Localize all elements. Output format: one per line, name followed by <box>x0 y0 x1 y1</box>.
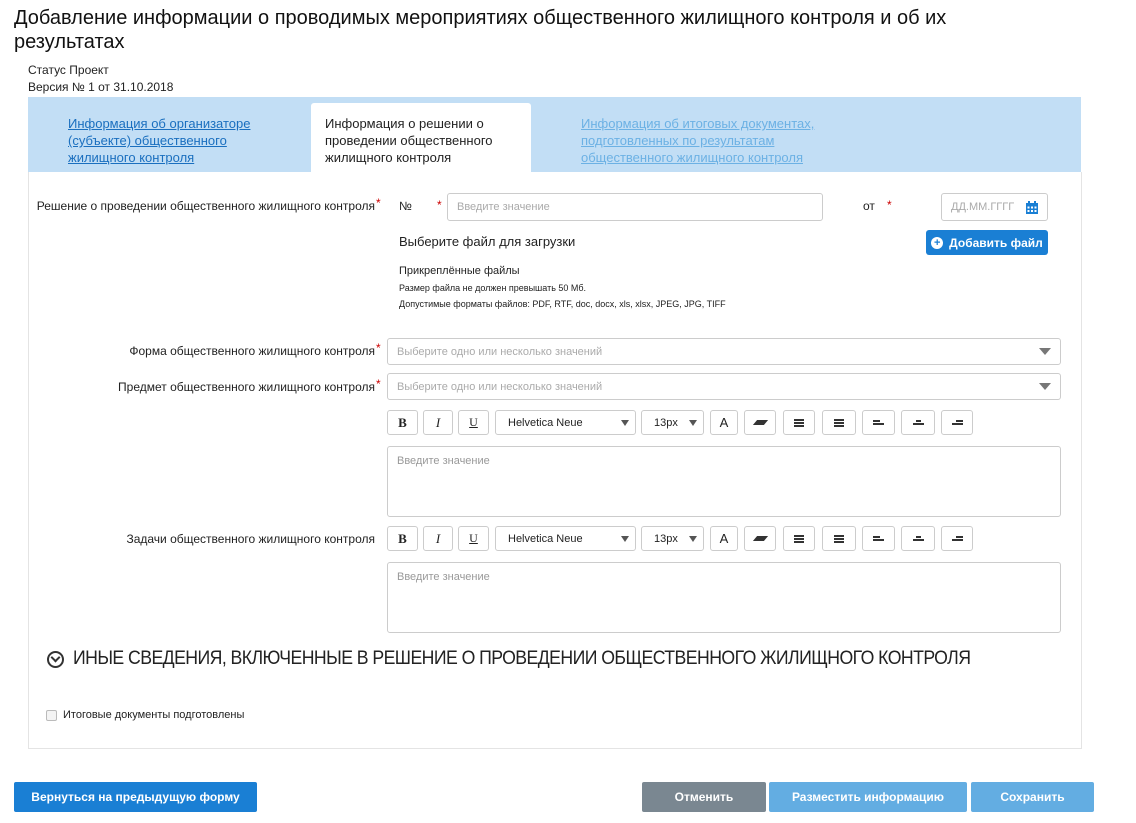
align-right-button[interactable] <box>941 410 973 435</box>
number-label: № <box>399 199 412 213</box>
decision-label: Решение о проведении общественного жилищ… <box>30 199 375 213</box>
ordered-list-icon <box>794 418 804 428</box>
date-placeholder: ДД.ММ.ГГГГ <box>951 201 1015 213</box>
decision-label-text: Решение о проведении общественного жилищ… <box>36 199 375 213</box>
save-button[interactable]: Сохранить <box>971 782 1094 812</box>
underline-button[interactable]: U <box>458 526 489 551</box>
italic-button[interactable]: I <box>423 526 453 551</box>
cancel-button[interactable]: Отменить <box>642 782 766 812</box>
align-left-icon <box>873 535 884 542</box>
eraser-button[interactable] <box>744 410 776 435</box>
font-family-value: Helvetica Neue <box>508 416 583 429</box>
subject-select[interactable]: Выберите одно или несколько значений <box>387 373 1061 400</box>
decision-number-input[interactable]: Введите значение <box>447 193 823 221</box>
text-color-button[interactable]: A <box>710 410 738 435</box>
align-left-button[interactable] <box>862 526 895 551</box>
chevron-down-icon <box>689 419 697 426</box>
align-right-icon <box>951 419 963 426</box>
add-file-button[interactable]: + Добавить файл <box>926 230 1048 255</box>
plus-circle-icon: + <box>931 236 944 249</box>
form-select-placeholder: Выберите одно или несколько значений <box>397 345 603 358</box>
align-left-button[interactable] <box>862 410 895 435</box>
tab-bar: Информация об организаторе (субъекте) об… <box>28 97 1081 172</box>
underline-button[interactable]: U <box>458 410 489 435</box>
chevron-down-icon <box>1039 383 1051 390</box>
align-left-icon <box>873 419 884 426</box>
eraser-icon <box>752 420 768 425</box>
required-mark: * <box>437 198 442 212</box>
text-color-button[interactable]: A <box>710 526 738 551</box>
chevron-down-icon <box>621 535 629 542</box>
required-mark: * <box>376 341 381 355</box>
bold-button[interactable]: B <box>387 526 418 551</box>
font-family-select[interactable]: Helvetica Neue <box>495 526 636 551</box>
unordered-list-button[interactable] <box>822 410 856 435</box>
align-center-button[interactable] <box>901 526 935 551</box>
tab-organizer[interactable]: Информация об организаторе (субъекте) об… <box>68 115 268 166</box>
editor-toolbar: B I U Helvetica Neue 13px A <box>0 410 1136 435</box>
tab-decision[interactable]: Информация о решении о проведении общест… <box>311 103 531 172</box>
editor-toolbar: B I U Helvetica Neue 13px A <box>0 526 1136 551</box>
chevron-down-icon <box>621 419 629 426</box>
chevron-down-icon <box>1039 348 1051 355</box>
chevron-down-icon <box>689 535 697 542</box>
tasks-textarea[interactable]: Введите значение <box>387 562 1061 633</box>
status-text: Статус Проект <box>28 63 109 77</box>
unordered-list-button[interactable] <box>822 526 856 551</box>
subject-select-placeholder: Выберите одно или несколько значений <box>397 380 603 393</box>
form-label: Форма общественного жилищного контроля <box>129 344 375 358</box>
italic-button[interactable]: I <box>423 410 453 435</box>
publish-button[interactable]: Разместить информацию <box>769 782 967 812</box>
other-info-section-toggle[interactable]: ИНЫЕ СВЕДЕНИЯ, ВКЛЮЧЕННЫЕ В РЕШЕНИЕ О ПР… <box>47 648 1038 670</box>
bold-button[interactable]: B <box>387 410 418 435</box>
align-center-icon <box>912 419 924 426</box>
font-size-select[interactable]: 13px <box>641 526 704 551</box>
tab-final-documents[interactable]: Информация об итоговых документах, подго… <box>581 115 841 166</box>
align-right-button[interactable] <box>941 526 973 551</box>
form-select[interactable]: Выберите одно или несколько значений <box>387 338 1061 365</box>
font-size-value: 13px <box>654 532 678 545</box>
required-mark: * <box>376 377 381 391</box>
font-size-value: 13px <box>654 416 678 429</box>
unordered-list-icon <box>834 534 844 544</box>
tab-organizer-link[interactable]: Информация об организаторе (субъекте) об… <box>68 116 250 165</box>
ordered-list-button[interactable] <box>783 410 815 435</box>
ordered-list-button[interactable] <box>783 526 815 551</box>
size-note: Размер файла не должен превышать 50 Мб. <box>399 283 587 293</box>
font-size-select[interactable]: 13px <box>641 410 704 435</box>
version-text: Версия № 1 от 31.10.2018 <box>28 80 174 94</box>
tab-final-documents-link[interactable]: Информация об итоговых документах, подго… <box>581 116 814 165</box>
align-right-icon <box>951 535 963 542</box>
eraser-button[interactable] <box>744 526 776 551</box>
final-documents-label: Итоговые документы подготовлены <box>63 709 245 721</box>
required-mark: * <box>376 196 381 210</box>
section-title: ИНЫЕ СВЕДЕНИЯ, ВКЛЮЧЕННЫЕ В РЕШЕНИЕ О ПР… <box>73 648 971 669</box>
ordered-list-icon <box>794 534 804 544</box>
font-family-select[interactable]: Helvetica Neue <box>495 410 636 435</box>
chevron-circle-down-icon <box>47 650 64 668</box>
subject-textarea[interactable]: Введите значение <box>387 446 1061 517</box>
page-title: Добавление информации о проводимых мероп… <box>14 7 947 53</box>
formats-note: Допустимые форматы файлов: PDF, RTF, doc… <box>399 299 726 309</box>
decision-date-input[interactable]: ДД.ММ.ГГГГ <box>941 193 1048 221</box>
calendar-icon[interactable] <box>1026 200 1038 214</box>
date-label: от <box>863 199 875 213</box>
align-center-button[interactable] <box>901 410 935 435</box>
attached-files-label: Прикреплённые файлы <box>399 265 520 277</box>
unordered-list-icon <box>834 418 844 428</box>
font-family-value: Helvetica Neue <box>508 532 583 545</box>
final-documents-checkbox[interactable] <box>46 709 57 721</box>
back-button[interactable]: Вернуться на предыдущую форму <box>14 782 257 812</box>
subject-label: Предмет общественного жилищного контроля <box>118 380 375 394</box>
align-center-icon <box>912 535 924 542</box>
tab-decision-label: Информация о решении о проведении общест… <box>325 116 493 165</box>
add-file-label: Добавить файл <box>949 235 1043 250</box>
eraser-icon <box>752 536 768 541</box>
required-mark: * <box>887 198 892 212</box>
file-prompt: Выберите файл для загрузки <box>399 234 576 249</box>
final-documents-checkbox-row[interactable]: Итоговые документы подготовлены <box>46 709 244 721</box>
